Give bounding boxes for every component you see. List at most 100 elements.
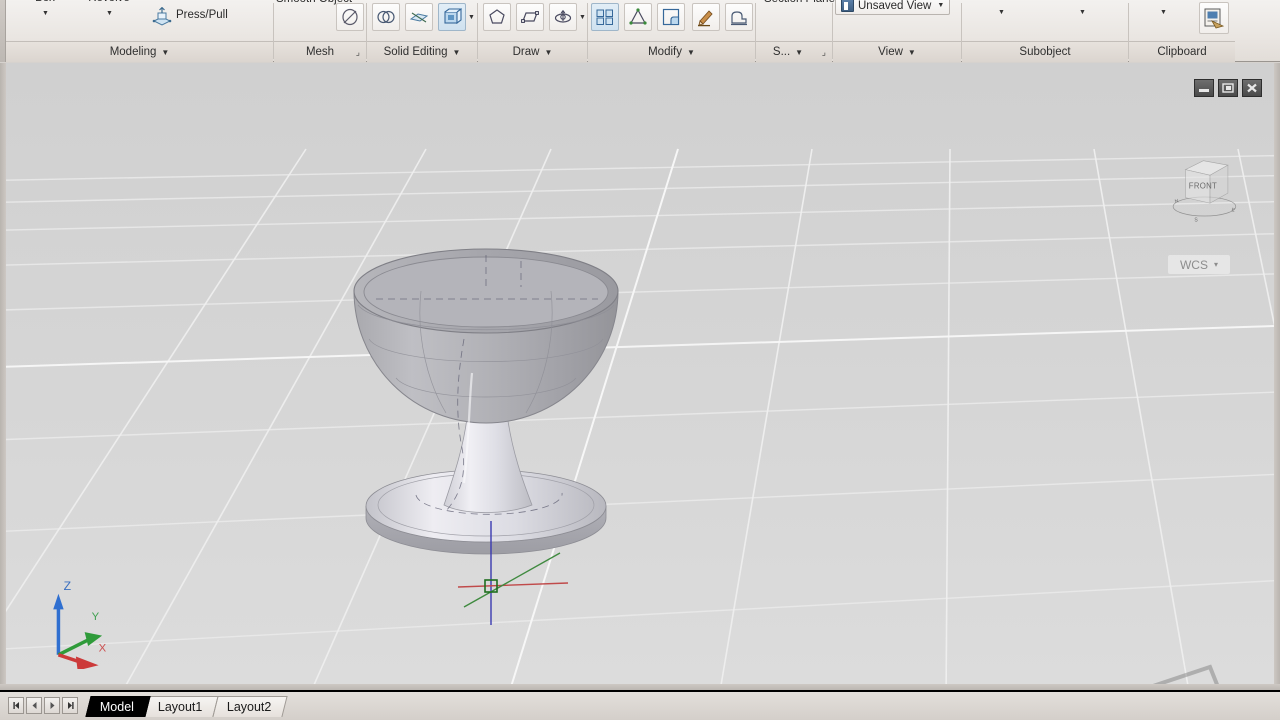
- last-layout-button[interactable]: [62, 697, 78, 714]
- slice-icon[interactable]: [405, 3, 433, 31]
- panel-label-draw-text: Draw: [512, 46, 540, 58]
- chevron-down-icon[interactable]: ▾: [1214, 260, 1218, 269]
- ribbon-panel-clipboard: Paste ▼ Clipboard: [1129, 0, 1235, 62]
- chevron-down-icon[interactable]: ▼: [161, 48, 169, 57]
- revolve-caret-icon[interactable]: ▼: [106, 10, 113, 17]
- revolved-surface-icon[interactable]: [549, 3, 577, 31]
- panel-label-draw[interactable]: Draw ▼: [478, 41, 587, 62]
- smooth-object-button[interactable]: Smooth Object: [276, 0, 352, 8]
- panel-label-section[interactable]: S... ▼ ⌟: [756, 41, 832, 62]
- extract-edges-icon[interactable]: [725, 3, 753, 31]
- view-selector[interactable]: Unsaved View ▼: [835, 0, 950, 15]
- dialog-launcher-icon[interactable]: ⌟: [822, 47, 826, 58]
- revolve-button[interactable]: Revolve: [78, 0, 140, 5]
- dialog-launcher-icon[interactable]: ⌟: [356, 47, 360, 58]
- press-pull-icon[interactable]: [148, 4, 176, 32]
- chevron-down-icon[interactable]: ▼: [453, 48, 461, 57]
- panel-body-mesh: Smooth Object: [274, 0, 366, 40]
- viewcube-compass-west: N: [1174, 198, 1180, 205]
- no-smooth-icon[interactable]: [336, 3, 364, 31]
- prev-layout-button[interactable]: [26, 697, 42, 714]
- panel-label-modify-text: Modify: [648, 46, 682, 58]
- rectangle-icon[interactable]: [516, 3, 544, 31]
- panel-label-mesh-text: Mesh: [305, 46, 335, 58]
- panel-label-modify[interactable]: Modify ▼: [588, 41, 755, 62]
- tab-layout2[interactable]: Layout2: [211, 696, 288, 717]
- no-filter-button[interactable]: No Filter: [968, 0, 1036, 4]
- section-plane-button[interactable]: Section Plane: [764, 0, 835, 8]
- three-d-array-icon[interactable]: [591, 3, 619, 31]
- draw-caret-icon[interactable]: ▼: [579, 14, 586, 21]
- box-caret-icon[interactable]: ▼: [42, 10, 49, 17]
- panel-body-clipboard: Paste ▼: [1129, 0, 1235, 40]
- chevron-down-icon[interactable]: ▼: [795, 48, 803, 57]
- crosshair-cursor: [457, 521, 569, 625]
- move-gizmo-button[interactable]: Move Gizmo: [1042, 0, 1122, 4]
- panel-body-subobject: No Filter ▼ Move Gizmo ▼: [962, 0, 1128, 40]
- match-properties-icon[interactable]: [692, 3, 720, 31]
- paste-button[interactable]: Paste: [1134, 0, 1192, 4]
- ribbon-panel-modeling: Box ▼ Revolve ▼ Press/Pull Modeling: [6, 0, 273, 62]
- panel-label-modeling[interactable]: Modeling ▼: [6, 41, 273, 62]
- wcs-selector[interactable]: WCS ▾: [1168, 255, 1230, 274]
- chevron-down-icon[interactable]: ▼: [908, 48, 916, 57]
- ucs-z-label: Z: [64, 579, 72, 593]
- panel-label-subobject-text: Subobject: [1019, 46, 1071, 58]
- panel-label-section-text: S...: [772, 46, 791, 58]
- view-cube[interactable]: N E S FRONT: [1145, 135, 1265, 230]
- panel-label-clipboard-text: Clipboard: [1157, 46, 1207, 58]
- paste-special-icon[interactable]: [1199, 2, 1229, 34]
- chevron-down-icon[interactable]: ▼: [687, 48, 695, 57]
- panel-label-clipboard[interactable]: Clipboard: [1129, 41, 1235, 62]
- view-selector-value: Unsaved View: [858, 0, 932, 12]
- panel-label-subobject[interactable]: Subobject: [962, 41, 1128, 62]
- tab-layout1[interactable]: Layout1: [143, 696, 220, 717]
- panel-body-view: Unsaved View ▼: [833, 0, 961, 40]
- tab-layout1-label: Layout1: [157, 700, 203, 714]
- layout-tabs: Model Layout1 Layout2: [85, 695, 288, 717]
- next-layout-button[interactable]: [44, 697, 60, 714]
- solid-editing-caret-icon[interactable]: ▼: [468, 14, 475, 21]
- viewcube-compass-east: E: [1231, 207, 1236, 214]
- union-icon[interactable]: [372, 3, 400, 31]
- panel-body-section: Section Plane: [756, 0, 835, 40]
- first-layout-button[interactable]: [8, 697, 24, 714]
- box-button[interactable]: Box: [16, 0, 74, 5]
- panel-label-view-text: View: [878, 46, 903, 58]
- tab-model-label: Model: [99, 700, 134, 714]
- tab-model[interactable]: Model: [85, 696, 151, 717]
- perspective-grid: [6, 63, 1274, 690]
- ribbon-panel-subobject: No Filter ▼ Move Gizmo ▼ Subobject: [962, 0, 1128, 62]
- minimize-icon[interactable]: [1194, 79, 1214, 97]
- press-pull-label[interactable]: Press/Pull: [176, 9, 228, 22]
- panel-label-mesh[interactable]: Mesh ⌟: [274, 41, 366, 62]
- move-gizmo-caret-icon[interactable]: ▼: [1079, 9, 1086, 16]
- restore-icon[interactable]: [1218, 79, 1238, 97]
- panel-body-modeling: Box ▼ Revolve ▼ Press/Pull: [6, 0, 273, 40]
- named-view-icon: [841, 0, 854, 12]
- panel-body-modify: [588, 0, 755, 40]
- ribbon-panel-draw: ▼ Draw ▼: [478, 0, 587, 62]
- ribbon-panel-view: Unsaved View ▼ View ▼: [833, 0, 961, 62]
- layout-nav-buttons: [8, 697, 78, 714]
- panel-body-draw: ▼: [478, 0, 587, 40]
- viewport-window-controls: [1194, 79, 1262, 97]
- panel-label-solid-editing[interactable]: Solid Editing ▼: [367, 41, 477, 62]
- three-d-align-icon[interactable]: [624, 3, 652, 31]
- drawing-viewport[interactable]: N E S FRONT WCS ▾ Z Y X: [6, 63, 1274, 690]
- ucs-y-label: Y: [92, 611, 100, 623]
- wcs-label: WCS: [1179, 257, 1208, 272]
- no-filter-caret-icon[interactable]: ▼: [998, 9, 1005, 16]
- solid-box-icon[interactable]: [438, 3, 466, 31]
- chevron-down-icon[interactable]: ▼: [937, 2, 944, 9]
- chevron-down-icon[interactable]: ▼: [544, 48, 552, 57]
- panel-label-view[interactable]: View ▼: [833, 41, 961, 62]
- paste-caret-icon[interactable]: ▼: [1160, 9, 1167, 16]
- polygon-icon[interactable]: [483, 3, 511, 31]
- viewcube-face-label: FRONT: [1189, 182, 1217, 191]
- ucs-icon: Z Y X: [53, 579, 107, 669]
- ribbon-panel-solid-editing: ▼ Solid Editing ▼: [367, 0, 477, 62]
- close-icon[interactable]: [1242, 79, 1262, 97]
- fillet-edge-icon[interactable]: [657, 3, 685, 31]
- ribbon-panel-section: Section Plane S... ▼ ⌟: [756, 0, 835, 62]
